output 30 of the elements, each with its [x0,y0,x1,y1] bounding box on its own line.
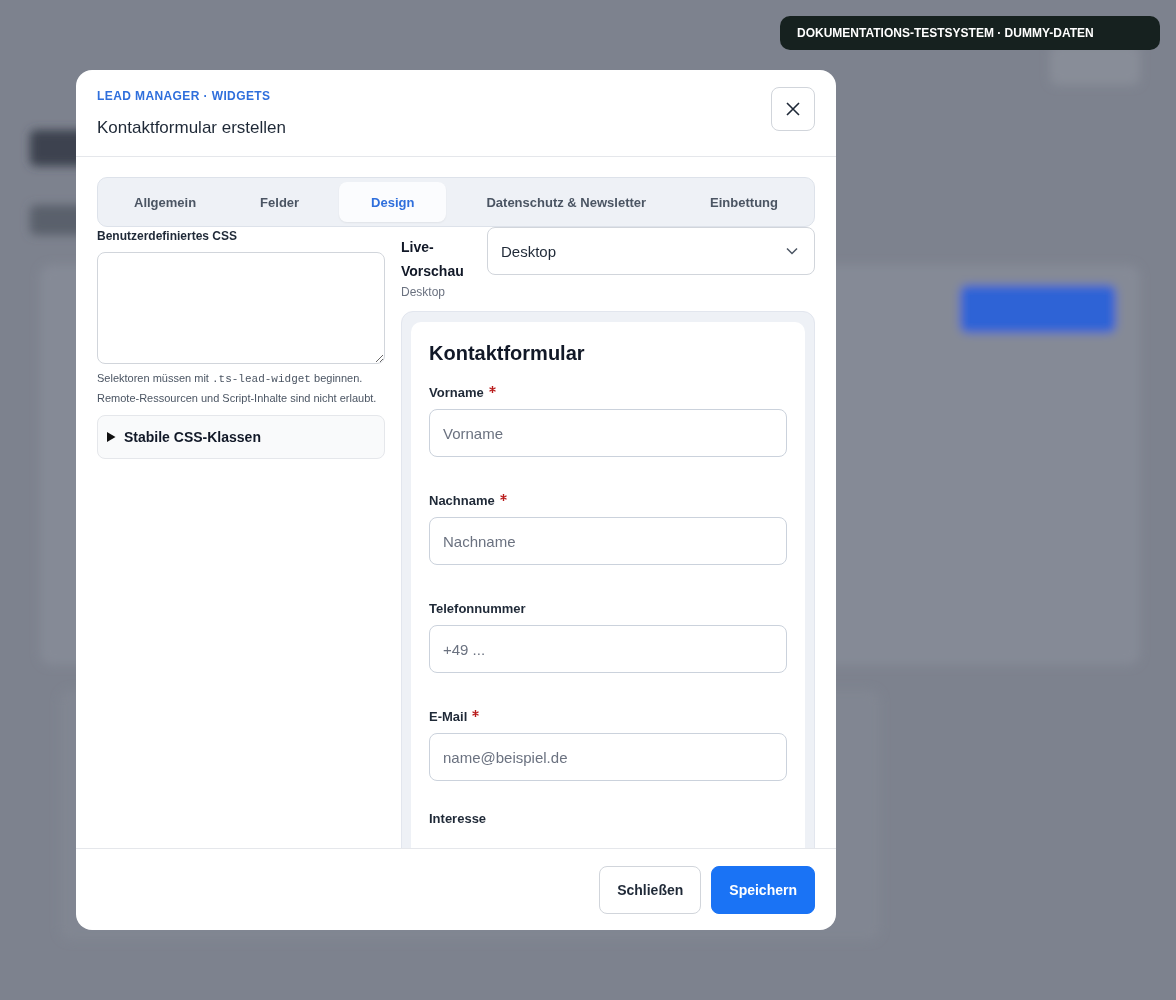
device-text: Desktop [401,285,447,299]
dialog-title: Kontaktformular erstellen [97,118,286,138]
text-input[interactable]: Nachname [429,517,787,565]
save-button[interactable]: Speichern [711,865,815,914]
close-icon [786,102,800,116]
preview-label: Live-Vorschau [401,238,465,281]
collapsible-section[interactable]: Stabile CSS-Klassen [97,415,385,459]
caret-right-icon [107,432,116,442]
hint-text: Selektoren müssen mit .ts-lead-widget beginnen. Remote-Ressourcen und Script-Inhalte sind nicht erlaubt. [97,371,378,406]
field-label: Telefonnummer [429,601,527,616]
field-label: Interesse [429,811,488,826]
close-dialog-button[interactable]: Schließen [599,865,702,914]
environment-badge: DOKUMENTATIONS-TESTSYSTEM · DUMMY-DATEN [780,16,1160,50]
text-input[interactable]: +49 ... [429,625,787,673]
tab[interactable]: Datenschutz & Newsletter [462,182,671,222]
form-title: Kontaktformular [429,342,586,365]
chevron-down-icon [786,247,798,255]
text-input[interactable]: Vorname [429,409,787,457]
text-input[interactable]: name@beispiel.de [429,733,787,781]
tab[interactable]: Einbettung [686,182,802,222]
tab[interactable]: Design [339,182,447,222]
field-label: Benutzerdefiniertes CSS [97,229,239,243]
breadcrumb-text: LEAD MANAGER · WIDGETS [97,89,272,103]
field-label: Vorname [429,385,787,400]
device-select[interactable]: Desktop [487,227,815,275]
field-label: E-Mail [429,709,787,724]
field-label: Nachname [429,493,787,508]
tab[interactable]: Felder [236,182,324,222]
tab[interactable]: Allgemein [110,182,221,222]
close-button[interactable] [771,87,815,131]
